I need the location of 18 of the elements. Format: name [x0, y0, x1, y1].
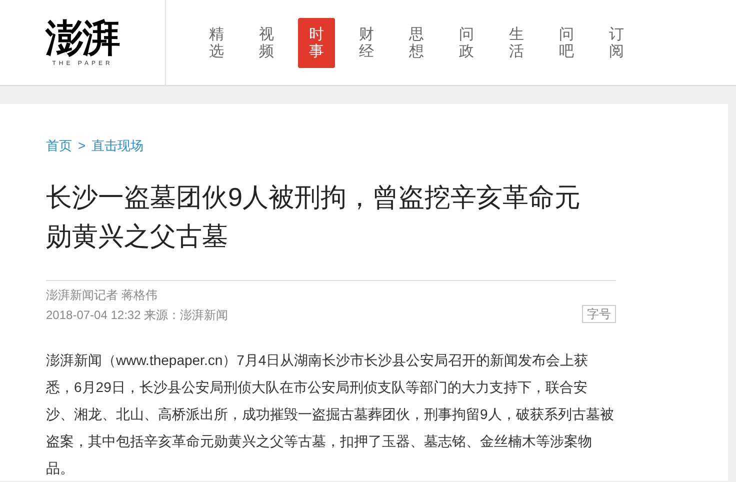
nav-tab[interactable]: 视频 — [248, 18, 285, 68]
font-size-button[interactable]: 字号 — [582, 304, 616, 322]
logo-text: 澎湃 — [45, 18, 120, 56]
nav-tab[interactable]: 生活 — [498, 18, 535, 68]
article-title: 长沙一盗墓团伙9人被刑拘，曾盗挖辛亥革命元勋黄兴之父古墓 — [46, 180, 582, 252]
nav-tab[interactable]: 精选 — [198, 18, 235, 68]
nav-tab[interactable]: 思想 — [398, 18, 435, 68]
nav-tab[interactable]: 财经 — [348, 18, 385, 68]
breadcrumb-link[interactable]: 首页 — [46, 136, 72, 156]
breadcrumb-link[interactable]: 直击现场 — [92, 136, 144, 156]
author-byline: 澎湃新闻记者 蒋格伟 — [46, 286, 158, 304]
nav-tab[interactable]: 问政 — [448, 18, 485, 68]
breadcrumb-separator: > — [78, 137, 86, 155]
article-paragraph: 澎湃新闻（www.thepaper.cn）7月4日从湖南长沙市长沙县公安局召开的新闻发布会上获悉，6月29日，长沙县公安局刑侦大队在市公安局刑侦支队等部门的大力支持下，联合安沙、湘龙、北山、高桥派出所，成功摧毁一盗掘古墓葬团伙，刑事拘留9人，破获系列古墓被盗案，其中包括辛亥革命元勋黄兴之父等古墓，扣押了玉器、墓志铭、金丝楠木等涉案物品。 — [46, 350, 614, 478]
nav-tab[interactable]: 订阅 — [598, 18, 635, 68]
nav-tab[interactable]: 时事 — [298, 18, 335, 68]
publish-info: 2018-07-04 12:32 来源：澎湃新闻 — [46, 306, 228, 324]
nav-tab[interactable]: 问吧 — [548, 18, 585, 68]
